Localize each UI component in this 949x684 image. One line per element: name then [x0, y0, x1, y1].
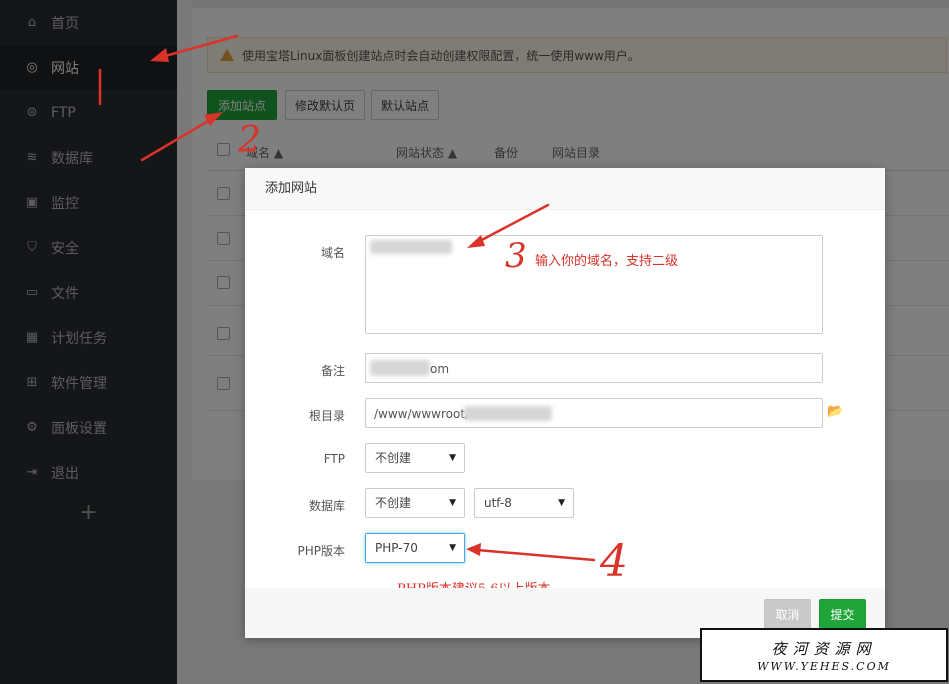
annotation-number-2: 2 — [238, 120, 261, 161]
watermark-logo: 夜河资源网 WWW.YEHES.COM — [700, 628, 948, 682]
annotation-domain-tip: 输入你的域名，支持二级 — [535, 254, 679, 269]
annotation-number-3: 3 — [505, 236, 527, 276]
watermark-url: WWW.YEHES.COM — [757, 660, 891, 673]
arrow-to-website — [156, 34, 239, 60]
annotation-arrows — [98, 34, 596, 562]
arrow-to-php — [475, 548, 596, 562]
annotation-number-4: 4 — [600, 536, 628, 587]
watermark-title: 夜河资源网 — [771, 640, 877, 658]
arrow-to-add-site — [140, 115, 217, 162]
